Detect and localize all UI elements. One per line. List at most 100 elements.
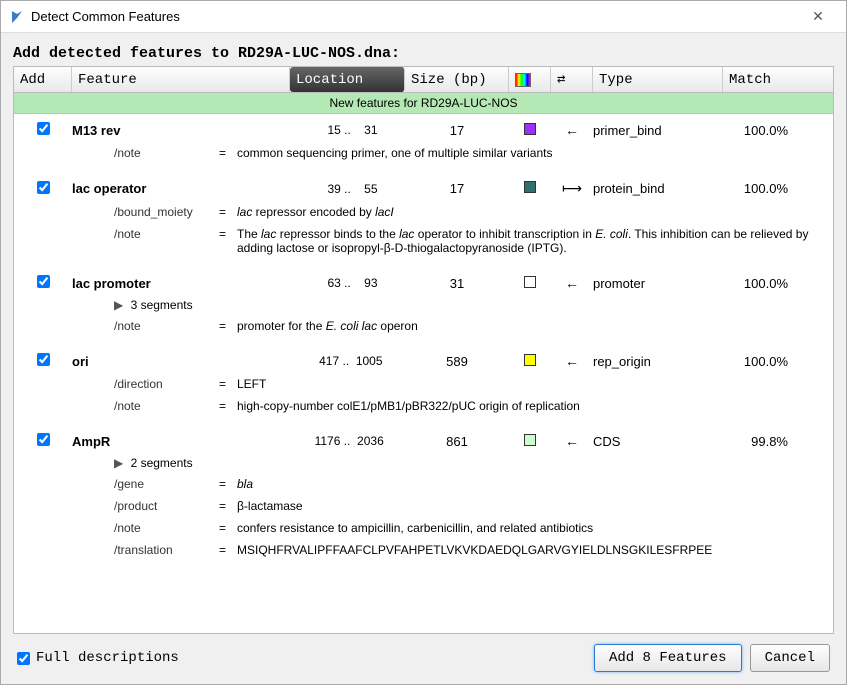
detail-value: promoter for the E. coli lac operon bbox=[237, 319, 833, 333]
feature-type: CDS bbox=[593, 434, 723, 449]
table-body[interactable]: New features for RD29A-LUC-NOS M13 rev 1… bbox=[14, 93, 833, 633]
col-header-add[interactable]: Add bbox=[14, 67, 72, 92]
swap-icon: ⇄ bbox=[557, 71, 565, 88]
feature-match: 100.0% bbox=[723, 354, 796, 369]
feature-row[interactable]: ori 417 .. 1005589←rep_origin100.0% bbox=[14, 345, 833, 373]
detail-row: /direction=LEFT bbox=[14, 373, 833, 395]
detail-eq: = bbox=[219, 477, 237, 491]
feature-name: AmpR bbox=[72, 434, 290, 449]
feature-row[interactable]: AmpR 1176 .. 2036861←CDS99.8% bbox=[14, 425, 833, 453]
col-header-match[interactable]: Match bbox=[723, 67, 796, 92]
rainbow-icon bbox=[515, 73, 531, 87]
detail-key: /gene bbox=[114, 477, 219, 491]
feature-size: 31 bbox=[405, 276, 509, 291]
detail-row: /note=common sequencing primer, one of m… bbox=[14, 142, 833, 164]
feature-match: 100.0% bbox=[723, 123, 796, 138]
detail-value: confers resistance to ampicillin, carben… bbox=[237, 521, 833, 535]
detail-value: lac repressor encoded by lacI bbox=[237, 205, 833, 219]
color-swatch bbox=[524, 434, 536, 446]
detail-value: LEFT bbox=[237, 377, 833, 391]
color-swatch bbox=[524, 276, 536, 288]
feature-block: lac promoter 63 .. 9331←promoter100.0%▶ … bbox=[14, 267, 833, 345]
detail-key: /direction bbox=[114, 377, 219, 391]
feature-checkbox[interactable] bbox=[37, 181, 50, 194]
cancel-button[interactable]: Cancel bbox=[750, 644, 830, 672]
feature-location: 15 .. 31 bbox=[290, 123, 405, 137]
detail-eq: = bbox=[219, 227, 237, 255]
feature-location: 1176 .. 2036 bbox=[290, 434, 405, 448]
col-header-location[interactable]: Location bbox=[290, 67, 405, 92]
feature-size: 861 bbox=[405, 434, 509, 449]
col-header-direction[interactable]: ⇄ bbox=[551, 67, 593, 92]
titlebar: Detect Common Features ✕ bbox=[1, 1, 846, 33]
feature-name: lac operator bbox=[72, 181, 290, 196]
color-swatch bbox=[524, 123, 536, 135]
detail-row: /product=β-lactamase bbox=[14, 495, 833, 517]
feature-type: promoter bbox=[593, 276, 723, 291]
detail-row: /note=promoter for the E. coli lac opero… bbox=[14, 315, 833, 337]
full-descriptions-checkbox[interactable] bbox=[17, 652, 30, 665]
feature-row[interactable]: lac promoter 63 .. 9331←promoter100.0% bbox=[14, 267, 833, 295]
feature-size: 589 bbox=[405, 354, 509, 369]
detail-key: /note bbox=[114, 227, 219, 255]
feature-checkbox[interactable] bbox=[37, 353, 50, 366]
close-icon[interactable]: ✕ bbox=[798, 8, 838, 25]
table-header: Add Feature Location Size (bp) ⇄ Type Ma… bbox=[14, 67, 833, 93]
color-swatch bbox=[524, 354, 536, 366]
feature-checkbox[interactable] bbox=[37, 433, 50, 446]
segments-toggle[interactable]: ▶ 2 segments bbox=[14, 453, 833, 473]
detail-key: /bound_moiety bbox=[114, 205, 219, 219]
feature-location: 63 .. 93 bbox=[290, 276, 405, 290]
direction-icon: ← bbox=[551, 275, 593, 291]
window-title: Detect Common Features bbox=[31, 9, 798, 24]
detail-value: MSIQHFRVALIPFFAAFCLPVFAHPETLVKVKDAEDQLGA… bbox=[237, 543, 833, 557]
feature-match: 100.0% bbox=[723, 181, 796, 196]
detail-key: /note bbox=[114, 521, 219, 535]
detail-row: /note=The lac repressor binds to the lac… bbox=[14, 223, 833, 259]
detail-row: /note=confers resistance to ampicillin, … bbox=[14, 517, 833, 539]
subtitle: Add detected features to RD29A-LUC-NOS.d… bbox=[13, 45, 834, 62]
feature-name: ori bbox=[72, 354, 290, 369]
feature-checkbox[interactable] bbox=[37, 275, 50, 288]
feature-location: 417 .. 1005 bbox=[290, 354, 405, 368]
col-header-feature[interactable]: Feature bbox=[72, 67, 290, 92]
detail-row: /translation=MSIQHFRVALIPFFAAFCLPVFAHPET… bbox=[14, 539, 833, 561]
detail-key: /product bbox=[114, 499, 219, 513]
feature-block: M13 rev 15 .. 3117←primer_bind100.0%/not… bbox=[14, 114, 833, 172]
features-table: Add Feature Location Size (bp) ⇄ Type Ma… bbox=[13, 66, 834, 634]
detail-eq: = bbox=[219, 319, 237, 333]
detail-eq: = bbox=[219, 543, 237, 557]
feature-size: 17 bbox=[405, 181, 509, 196]
detail-key: /note bbox=[114, 146, 219, 160]
feature-block: lac operator 39 .. 5517⟼protein_bind100.… bbox=[14, 172, 833, 267]
feature-type: primer_bind bbox=[593, 123, 723, 138]
col-header-size[interactable]: Size (bp) bbox=[405, 67, 509, 92]
detail-key: /note bbox=[114, 319, 219, 333]
detail-value: bla bbox=[237, 477, 833, 491]
add-features-button[interactable]: Add 8 Features bbox=[594, 644, 742, 672]
col-header-type[interactable]: Type bbox=[593, 67, 723, 92]
detail-eq: = bbox=[219, 377, 237, 391]
detail-eq: = bbox=[219, 399, 237, 413]
col-header-color[interactable] bbox=[509, 67, 551, 92]
detail-key: /note bbox=[114, 399, 219, 413]
detail-eq: = bbox=[219, 205, 237, 219]
chevron-right-icon: ▶ bbox=[114, 456, 123, 470]
segments-toggle[interactable]: ▶ 3 segments bbox=[14, 295, 833, 315]
dialog-window: Detect Common Features ✕ Add detected fe… bbox=[0, 0, 847, 685]
feature-location: 39 .. 55 bbox=[290, 182, 405, 196]
feature-row[interactable]: lac operator 39 .. 5517⟼protein_bind100.… bbox=[14, 172, 833, 201]
full-descriptions-label: Full descriptions bbox=[36, 650, 586, 666]
feature-block: AmpR 1176 .. 2036861←CDS99.8%▶ 2 segment… bbox=[14, 425, 833, 569]
direction-icon: ← bbox=[551, 353, 593, 369]
app-icon bbox=[9, 9, 25, 25]
direction-icon: ← bbox=[551, 433, 593, 449]
detail-eq: = bbox=[219, 146, 237, 160]
detail-eq: = bbox=[219, 499, 237, 513]
direction-icon: ← bbox=[551, 122, 593, 138]
dialog-footer: Full descriptions Add 8 Features Cancel bbox=[13, 634, 834, 672]
feature-row[interactable]: M13 rev 15 .. 3117←primer_bind100.0% bbox=[14, 114, 833, 142]
feature-name: M13 rev bbox=[72, 123, 290, 138]
detail-eq: = bbox=[219, 521, 237, 535]
feature-checkbox[interactable] bbox=[37, 122, 50, 135]
